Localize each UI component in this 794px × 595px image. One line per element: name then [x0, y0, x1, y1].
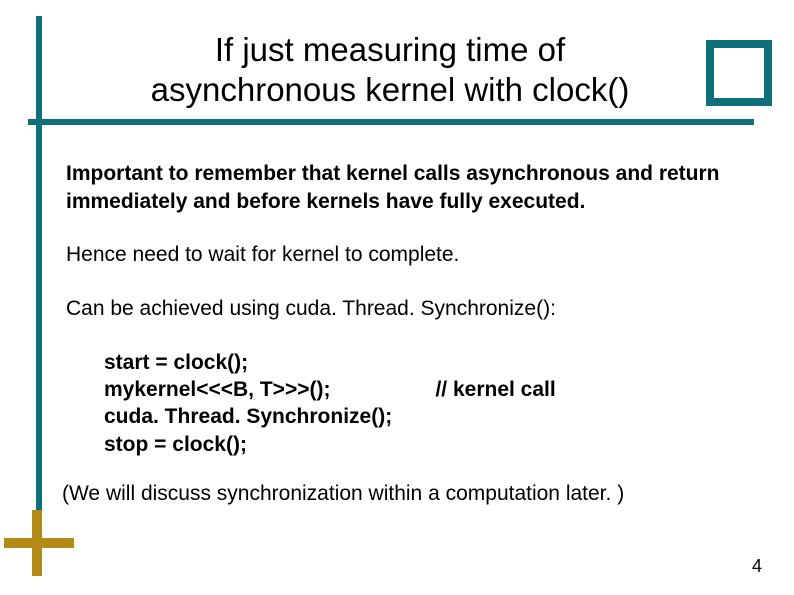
corner-decoration-inner	[714, 48, 764, 98]
code-line-4: stop = clock();	[104, 431, 746, 458]
cross-decoration-vertical	[32, 510, 42, 576]
code-line-3: cuda. Thread. Synchronize();	[104, 403, 746, 430]
title-line-2: asynchronous kernel with clock()	[151, 71, 630, 108]
slide-body: Important to remember that kernel calls …	[66, 160, 746, 506]
hence-note: Hence need to wait for kernel to complet…	[66, 241, 746, 269]
closing-note: (We will discuss synchronization within …	[62, 482, 746, 506]
title-underline	[28, 119, 754, 125]
important-note: Important to remember that kernel calls …	[66, 160, 746, 215]
code-block: start = clock(); mykernel<<<B, T>>>(); /…	[104, 349, 746, 458]
achieved-note: Can be achieved using cuda. Thread. Sync…	[66, 295, 746, 323]
slide-title: If just measuring time of asynchronous k…	[60, 30, 720, 109]
code-line-2: mykernel<<<B, T>>>(); // kernel call	[104, 376, 746, 403]
left-accent-bar	[36, 16, 42, 556]
page-number: 4	[752, 556, 762, 577]
title-line-1: If just measuring time of	[215, 31, 565, 68]
code-line-1: start = clock();	[104, 349, 746, 376]
slide: If just measuring time of asynchronous k…	[0, 0, 794, 595]
